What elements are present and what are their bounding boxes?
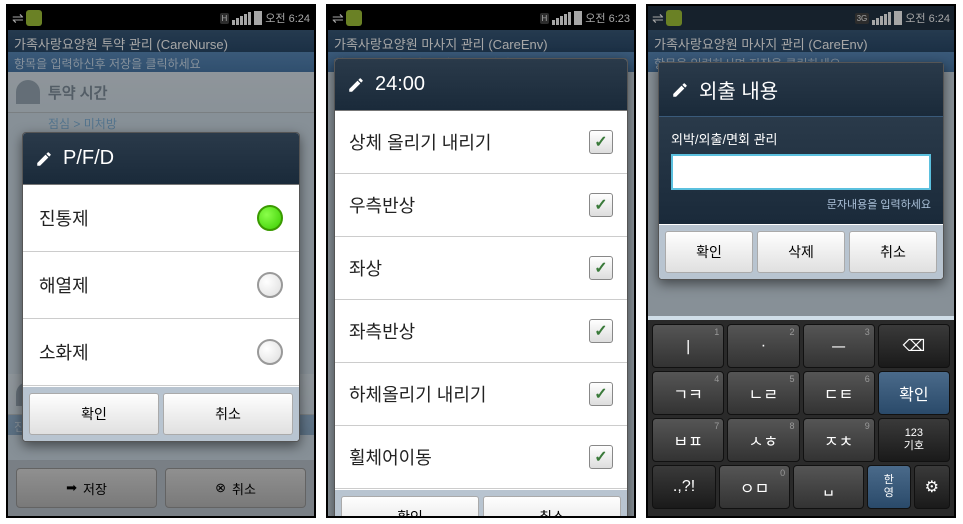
dialog-header: 외출 내용 bbox=[659, 63, 943, 117]
checkbox-checked bbox=[589, 193, 613, 217]
check-item[interactable]: 우측반상 bbox=[335, 174, 627, 237]
screen-2: ⇌ H 오전 6:23 가족사랑요양원 마사지 관리 (CareEnv) 항목을… bbox=[326, 4, 636, 518]
key-settings[interactable]: ⚙ bbox=[914, 465, 951, 509]
key-j-ch[interactable]: 9ㅈㅊ bbox=[803, 418, 875, 462]
key-d-t[interactable]: 6ㄷㅌ bbox=[803, 371, 875, 415]
cancel-button[interactable]: 취소 bbox=[483, 496, 621, 518]
dialog-title: 24:00 bbox=[375, 73, 425, 96]
check-label: 상체 올리기 내리기 bbox=[349, 129, 491, 155]
radio-label: 해열제 bbox=[39, 272, 89, 298]
key-vowel-eu[interactable]: 3ㅡ bbox=[803, 324, 875, 368]
checklist-dialog: 24:00 상체 올리기 내리기 우측반상 좌상 좌측반상 하체올리기 내리기 bbox=[334, 58, 628, 518]
radio-label: 진통제 bbox=[39, 205, 89, 231]
key-n-r[interactable]: 5ㄴㄹ bbox=[727, 371, 799, 415]
check-item[interactable]: 좌상 bbox=[335, 237, 627, 300]
check-item[interactable]: 휠체어이동 bbox=[335, 426, 627, 489]
dialog-button-bar: 확인 취소 bbox=[335, 489, 627, 518]
input-dialog: 외출 내용 외박/외출/면회 관리 문자내용을 입력하세요 확인 삭제 취소 bbox=[658, 62, 944, 280]
check-item[interactable]: 상체 올리기 내리기 bbox=[335, 111, 627, 174]
input-label: 외박/외출/면회 관리 bbox=[671, 129, 931, 148]
radio-item[interactable]: 해열제 bbox=[23, 252, 299, 319]
key-punctuation[interactable]: .,?! bbox=[652, 465, 716, 509]
cancel-button[interactable]: 취소 bbox=[163, 393, 293, 435]
dialog-title: 외출 내용 bbox=[699, 75, 778, 104]
radio-indicator-selected bbox=[257, 205, 283, 231]
check-label: 좌상 bbox=[349, 255, 382, 281]
key-dot[interactable]: 2· bbox=[727, 324, 799, 368]
check-label: 우측반상 bbox=[349, 192, 415, 218]
checkbox-list: 상체 올리기 내리기 우측반상 좌상 좌측반상 하체올리기 내리기 휠체어이동 bbox=[335, 111, 627, 489]
key-lang-toggle[interactable]: 한영 bbox=[867, 465, 910, 509]
checkbox-checked bbox=[589, 319, 613, 343]
delete-button[interactable]: 삭제 bbox=[757, 231, 845, 273]
dialog-body: 외박/외출/면회 관리 문자내용을 입력하세요 bbox=[659, 117, 943, 224]
check-item[interactable]: 하체올리기 내리기 bbox=[335, 363, 627, 426]
check-label: 휠체어이동 bbox=[349, 444, 432, 470]
key-b-p[interactable]: 7ㅂㅍ bbox=[652, 418, 724, 462]
key-g-k[interactable]: 4ㄱㅋ bbox=[652, 371, 724, 415]
radio-label: 소화제 bbox=[39, 339, 89, 365]
radio-indicator bbox=[257, 272, 283, 298]
korean-keyboard: 1ㅣ 2· 3ㅡ ⌫ 4ㄱㅋ 5ㄴㄹ 6ㄷㅌ 확인 7ㅂㅍ 8ㅅㅎ 9ㅈㅊ 12… bbox=[648, 320, 954, 516]
check-label: 좌측반상 bbox=[349, 318, 415, 344]
pencil-icon bbox=[35, 150, 53, 168]
dialog-header: 24:00 bbox=[335, 59, 627, 111]
checkbox-checked bbox=[589, 382, 613, 406]
key-ng-m[interactable]: 0ㅇㅁ bbox=[719, 465, 790, 509]
dialog-header: P/F/D bbox=[23, 133, 299, 185]
key-vowel-i[interactable]: 1ㅣ bbox=[652, 324, 724, 368]
dialog-button-bar: 확인 삭제 취소 bbox=[659, 224, 943, 279]
confirm-button[interactable]: 확인 bbox=[665, 231, 753, 273]
key-space[interactable]: ␣ bbox=[793, 465, 864, 509]
key-backspace[interactable]: ⌫ bbox=[878, 324, 950, 368]
cancel-button[interactable]: 취소 bbox=[849, 231, 937, 273]
pencil-icon bbox=[347, 76, 365, 94]
confirm-button[interactable]: 확인 bbox=[29, 393, 159, 435]
radio-item[interactable]: 진통제 bbox=[23, 185, 299, 252]
radio-item[interactable]: 소화제 bbox=[23, 319, 299, 386]
confirm-button[interactable]: 확인 bbox=[341, 496, 479, 518]
checkbox-checked bbox=[589, 130, 613, 154]
pencil-icon bbox=[671, 81, 689, 99]
screen-1: ⇌ H 오전 6:24 가족사랑요양원 투약 관리 (CareNurse) 항목… bbox=[6, 4, 316, 518]
radio-list: 진통제 해열제 소화제 bbox=[23, 185, 299, 386]
key-symbols[interactable]: 123기호 bbox=[878, 418, 950, 462]
key-s-h[interactable]: 8ㅅㅎ bbox=[727, 418, 799, 462]
input-hint: 문자내용을 입력하세요 bbox=[671, 196, 931, 212]
check-label: 하체올리기 내리기 bbox=[349, 381, 486, 407]
radio-indicator bbox=[257, 339, 283, 365]
pfd-dialog: P/F/D 진통제 해열제 소화제 확인 취소 bbox=[22, 132, 300, 442]
dialog-title: P/F/D bbox=[63, 147, 114, 170]
screen-3: ⇌ 3G 오전 6:24 가족사랑요양원 마사지 관리 (CareEnv) 항목… bbox=[646, 4, 956, 518]
dialog-button-bar: 확인 취소 bbox=[23, 386, 299, 441]
text-input[interactable] bbox=[671, 154, 931, 190]
check-item[interactable]: 좌측반상 bbox=[335, 300, 627, 363]
key-enter[interactable]: 확인 bbox=[878, 371, 950, 415]
checkbox-checked bbox=[589, 256, 613, 280]
checkbox-checked bbox=[589, 445, 613, 469]
